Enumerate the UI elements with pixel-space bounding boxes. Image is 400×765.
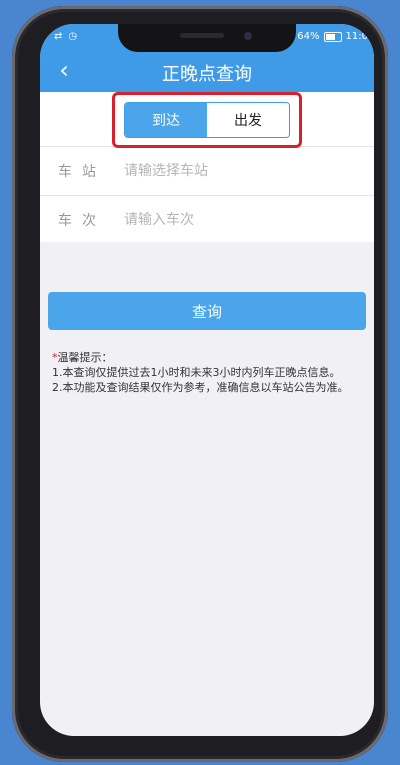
front-camera-icon: [244, 32, 252, 40]
station-input[interactable]: [122, 162, 346, 180]
status-time: 11:0: [345, 31, 368, 42]
tips-line-1: 1.本查询仅提供过去1小时和未来3小时内列车正晚点信息。: [52, 366, 341, 379]
train-number-input[interactable]: [122, 211, 346, 229]
station-row: 车站: [40, 146, 374, 195]
battery-percent: 64%: [297, 31, 320, 42]
tips-line-2: 2.本功能及查询结果仅作为参考，准确信息以车站公告为准。: [52, 381, 349, 394]
highlight-box: [112, 92, 302, 148]
usb-icon: ⇄: [54, 31, 63, 42]
train-row: 车次: [40, 195, 374, 244]
tips-title-text: 温馨提示：: [57, 351, 113, 364]
status-left-icons: ⇄ ◷: [54, 31, 77, 42]
phone-screen: ⇄ ◷ 64% 11:0 ‹ 正晚点查询 到达 出发 车站 车次 查询 *温馨提…: [40, 24, 374, 736]
tips-title: *温馨提示：: [52, 350, 368, 365]
battery-icon: [323, 31, 342, 42]
nav-bar: ‹ 正晚点查询: [40, 50, 374, 92]
status-right: 64% 11:0: [297, 31, 368, 42]
station-label: 车站: [58, 164, 106, 180]
tips-section: *温馨提示： 1.本查询仅提供过去1小时和未来3小时内列车正晚点信息。 2.本功…: [52, 350, 368, 395]
speaker-grille: [180, 33, 224, 38]
clock-icon: ◷: [68, 31, 78, 42]
query-button[interactable]: 查询: [48, 292, 366, 330]
notch: [118, 24, 296, 52]
train-label: 车次: [58, 213, 106, 229]
page-title: 正晚点查询: [162, 64, 252, 85]
